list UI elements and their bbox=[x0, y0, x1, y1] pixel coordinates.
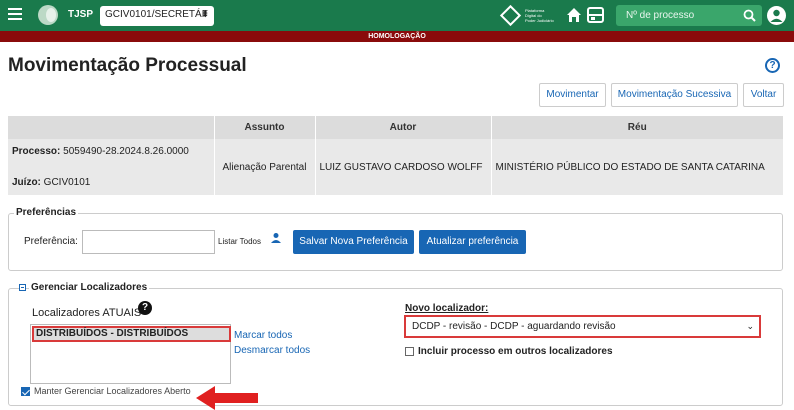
unit-select[interactable]: GCIV0101/SECRETÁF ⬍ bbox=[100, 6, 214, 26]
salvar-preferencia-button[interactable]: Salvar Nova Preferência bbox=[293, 230, 414, 254]
org-name: TJSP bbox=[68, 9, 94, 20]
reu-cell: MINISTÉRIO PÚBLICO DO ESTADO DE SANTA CA… bbox=[491, 139, 784, 195]
process-table: Assunto Autor Réu Processo: 5059490-28.2… bbox=[8, 116, 784, 195]
dashboard-icon[interactable] bbox=[587, 7, 604, 23]
unit-select-value: GCIV0101/SECRETÁF bbox=[105, 9, 208, 20]
pdpj-logo: Plataforma Digital do Poder Judiciário bbox=[499, 4, 563, 27]
top-navbar: TJSP GCIV0101/SECRETÁF ⬍ Plataforma Digi… bbox=[0, 0, 794, 31]
marcar-todos-link[interactable]: Marcar todos bbox=[234, 330, 292, 341]
localizadores-atuais-label: Localizadores ATUAIS bbox=[32, 307, 142, 319]
column-header: Autor bbox=[315, 116, 492, 139]
search-icon[interactable] bbox=[743, 9, 756, 22]
desmarcar-todos-link[interactable]: Desmarcar todos bbox=[234, 345, 310, 356]
environment-banner: HOMOLOGAÇÃO bbox=[0, 31, 794, 42]
red-arrow-annotation bbox=[196, 386, 258, 410]
pdpj-diamond-icon bbox=[499, 4, 522, 27]
incluir-checkbox[interactable] bbox=[405, 347, 414, 356]
atualizar-preferencia-button[interactable]: Atualizar preferência bbox=[419, 230, 526, 254]
page-title: Movimentação Processual bbox=[8, 55, 247, 76]
person-icon[interactable] bbox=[270, 232, 282, 244]
hamburger-menu-icon[interactable] bbox=[8, 8, 22, 20]
column-header: Réu bbox=[491, 116, 784, 139]
juizo-value: GCIV0101 bbox=[43, 177, 91, 188]
preferencia-input[interactable] bbox=[82, 230, 215, 254]
court-logo bbox=[38, 5, 58, 25]
table-row: Processo: 5059490-28.2024.8.26.0000 Juíz… bbox=[8, 139, 784, 195]
help-question-icon[interactable]: ? bbox=[138, 301, 152, 315]
novo-localizador-label: Novo localizador: bbox=[405, 303, 489, 314]
chevron-down-icon: ⌄ bbox=[746, 321, 754, 331]
assunto-cell: Alienação Parental bbox=[214, 139, 316, 195]
table-header-row: Assunto Autor Réu bbox=[8, 116, 784, 139]
home-icon[interactable] bbox=[566, 7, 582, 23]
movimentar-button[interactable]: Movimentar bbox=[539, 83, 606, 107]
preferencia-label: Preferência: bbox=[24, 236, 78, 247]
collapse-icon[interactable] bbox=[19, 284, 26, 291]
listar-todos-link[interactable]: Listar Todos bbox=[218, 237, 261, 246]
pdpj-line: Poder Judiciário bbox=[525, 18, 554, 23]
manter-aberto-checkbox[interactable] bbox=[21, 387, 30, 396]
list-item[interactable]: DISTRIBUÍDOS - DISTRIBUÍDOS bbox=[32, 326, 231, 342]
manter-aberto-label: Manter Gerenciar Localizadores Aberto bbox=[34, 386, 191, 396]
localizadores-legend: Gerenciar Localizadores bbox=[29, 282, 150, 293]
process-search bbox=[616, 5, 762, 26]
novo-localizador-select[interactable]: DCDP - revisão - DCDP - aguardando revis… bbox=[404, 315, 761, 338]
movimentacao-sucessiva-button[interactable]: Movimentação Sucessiva bbox=[611, 83, 738, 107]
user-avatar-icon[interactable] bbox=[767, 6, 786, 25]
column-header: Assunto bbox=[214, 116, 316, 139]
incluir-label: Incluir processo em outros localizadores bbox=[418, 346, 613, 357]
processo-label: Processo: bbox=[12, 146, 61, 157]
preferencias-legend: Preferências bbox=[14, 207, 79, 218]
processo-number: 5059490-28.2024.8.26.0000 bbox=[63, 146, 189, 157]
select-arrows-icon: ⬍ bbox=[201, 9, 209, 19]
juizo-label: Juízo: bbox=[12, 177, 41, 188]
help-icon[interactable]: ? bbox=[765, 58, 780, 73]
process-info-cell: Processo: 5059490-28.2024.8.26.0000 Juíz… bbox=[8, 139, 215, 195]
voltar-button[interactable]: Voltar bbox=[743, 83, 784, 107]
autor-cell: LUIZ GUSTAVO CARDOSO WOLFF bbox=[315, 139, 492, 195]
process-search-input[interactable] bbox=[616, 5, 736, 26]
novo-localizador-value: DCDP - revisão - DCDP - aguardando revis… bbox=[412, 321, 616, 332]
